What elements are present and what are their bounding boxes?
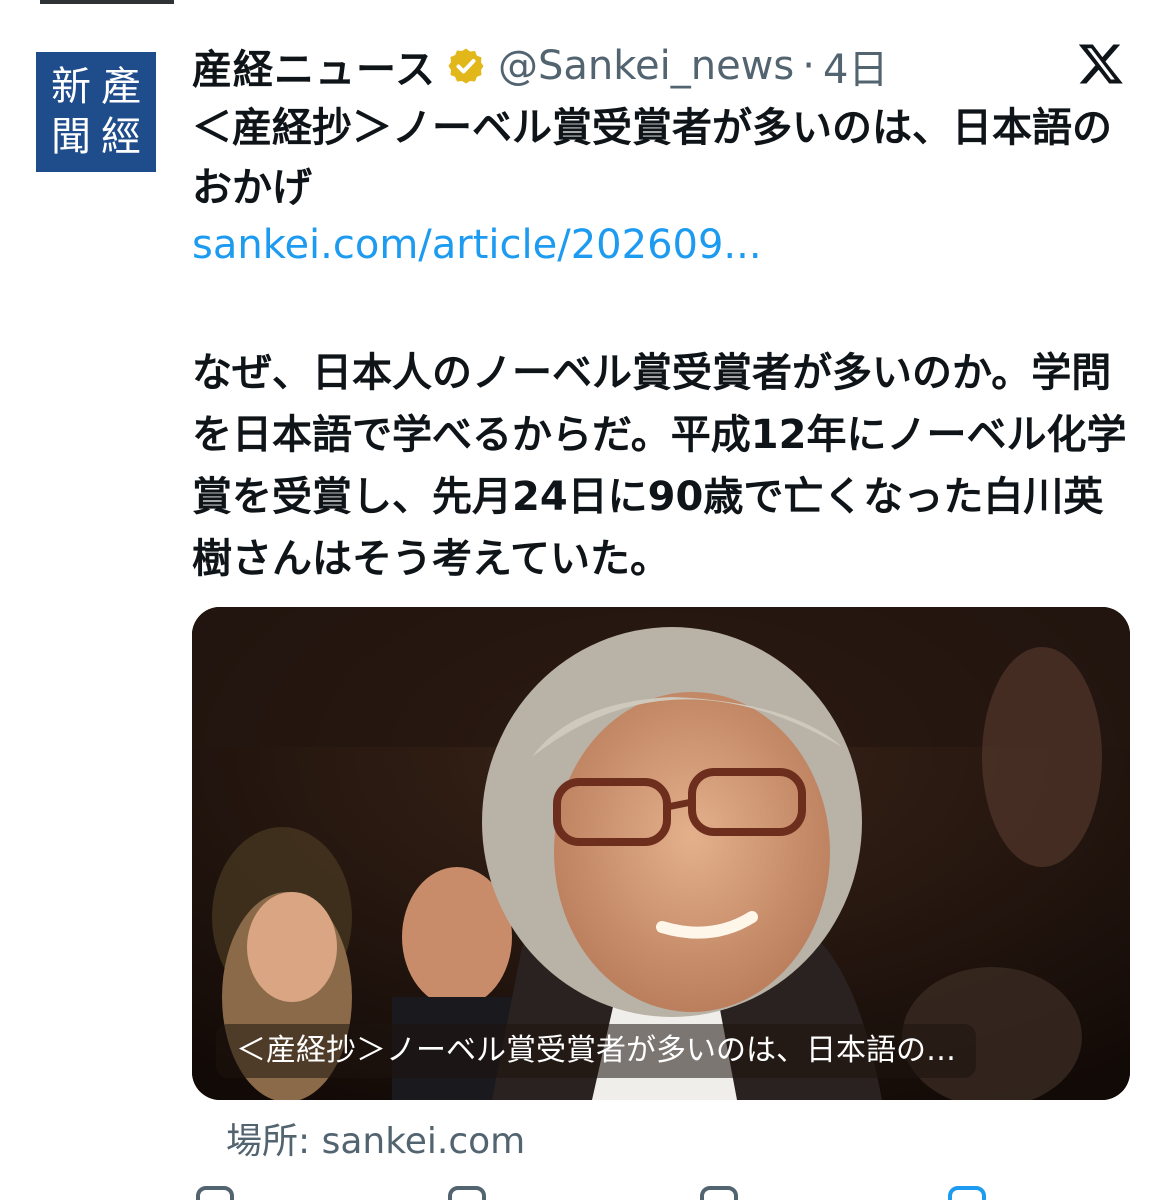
tweet-card: 新 產 聞 經 産経ニュース @Sankei_news · 4日 ＜産経抄＞ノー…	[0, 0, 1158, 1200]
article-link[interactable]: sankei.com/article/202609...	[192, 222, 762, 268]
avatar[interactable]: 新 產 聞 經	[36, 52, 156, 172]
media-caption: ＜産経抄＞ノーベル賞受賞者が多いのは、日本語の…	[216, 1024, 976, 1078]
retweet-icon[interactable]	[448, 1186, 486, 1200]
avatar-seal: 新 產 聞 經	[46, 62, 146, 162]
verified-badge-icon	[448, 48, 484, 84]
display-name[interactable]: 産経ニュース	[192, 37, 436, 95]
seal-char: 經	[101, 114, 141, 160]
handle[interactable]: @Sankei_news	[498, 43, 794, 89]
seal-char: 產	[101, 64, 141, 110]
x-logo-icon[interactable]	[1076, 40, 1126, 88]
like-icon[interactable]	[700, 1186, 738, 1200]
article-card-image[interactable]: ＜産経抄＞ノーベル賞受賞者が多いのは、日本語の…	[192, 607, 1130, 1100]
tweet-body: なぜ、日本人のノーベル賞受賞者が多いのか。学問を日本語で学べるからだ。平成12年…	[192, 350, 1127, 582]
top-divider	[40, 0, 174, 4]
seal-char: 聞	[51, 114, 91, 160]
tweet-header: 産経ニュース @Sankei_news · 4日	[192, 38, 888, 94]
seal-char: 新	[51, 64, 91, 110]
link-source[interactable]: 場所: sankei.com	[226, 1112, 525, 1164]
timestamp[interactable]: 4日	[823, 37, 888, 95]
tweet-headline: ＜産経抄＞ノーベル賞受賞者が多いのは、日本語のおかげ	[192, 105, 1112, 211]
action-bar	[192, 1186, 1132, 1200]
reply-icon[interactable]	[196, 1186, 234, 1200]
separator: ·	[802, 43, 815, 89]
share-icon[interactable]	[948, 1186, 986, 1200]
